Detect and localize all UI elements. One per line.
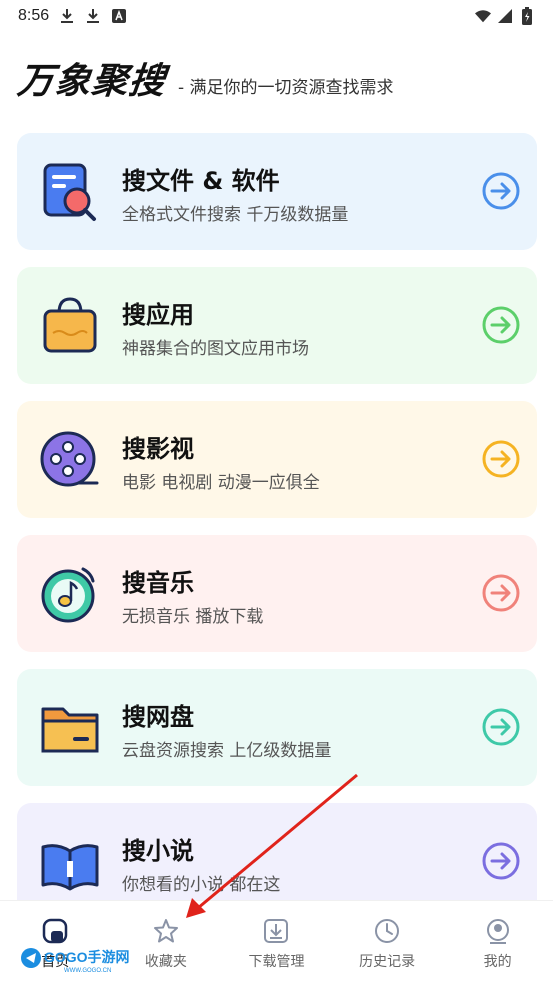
card-subtitle: 全格式文件搜索 千万级数据量: [122, 205, 349, 225]
download-icon: [85, 8, 101, 24]
card-subtitle: 无损音乐 播放下载: [122, 607, 264, 627]
card-search-music[interactable]: 搜音乐 无损音乐 播放下载: [17, 535, 537, 652]
arrow-right-circle-icon[interactable]: [481, 439, 521, 479]
film-reel-icon: [39, 429, 101, 491]
card-title: 搜小说: [122, 837, 194, 865]
card-search-video[interactable]: 搜影视 电影 电视剧 动漫一应俱全: [17, 401, 537, 518]
arrow-right-circle-icon[interactable]: [481, 171, 521, 211]
card-search-files[interactable]: 搜文件 & 软件 全格式文件搜索 千万级数据量: [17, 133, 537, 250]
card-title: 搜网盘: [122, 703, 194, 731]
folder-icon: [39, 697, 101, 759]
tagline: - 满足你的一切资源查找需求: [178, 78, 394, 98]
music-note-icon: [39, 563, 101, 625]
card-title: 搜应用: [122, 301, 194, 329]
watermark-logo: GOGO手游网 WWW.GOGO.CN: [20, 944, 132, 974]
nav-item-downloads[interactable]: 下载管理: [221, 901, 332, 984]
home-icon: [43, 918, 68, 944]
status-bar: 8:56: [0, 0, 553, 32]
card-subtitle: 电影 电视剧 动漫一应俱全: [122, 473, 320, 493]
watermark-text: GOGO手游网: [44, 949, 130, 965]
arrow-right-circle-icon[interactable]: [481, 573, 521, 613]
nav-item-history[interactable]: 历史记录: [332, 901, 443, 984]
arrow-right-circle-icon[interactable]: [481, 305, 521, 345]
brand-logo: 万象聚搜: [15, 61, 168, 102]
app-notification-icon: [111, 8, 127, 24]
status-time: 8:56: [18, 7, 50, 24]
arrow-right-circle-icon[interactable]: [481, 841, 521, 881]
card-title: 搜文件 & 软件: [122, 167, 280, 195]
card-subtitle: 神器集合的图文应用市场: [122, 339, 309, 359]
nav-label: 下载管理: [248, 954, 305, 970]
battery-icon: [519, 7, 535, 25]
book-icon: [39, 831, 101, 893]
card-search-cloud-drive[interactable]: 搜网盘 云盘资源搜索 上亿级数据量: [17, 669, 537, 786]
card-subtitle: 你想看的小说 都在这: [122, 875, 281, 895]
arrow-right-circle-icon[interactable]: [481, 707, 521, 747]
wifi-icon: [475, 8, 491, 24]
download-icon: [59, 8, 75, 24]
nav-label: 收藏夹: [144, 954, 187, 970]
card-title: 搜音乐: [122, 569, 194, 597]
star-icon: [153, 919, 178, 943]
nav-label: 历史记录: [359, 954, 416, 970]
download-manage-icon: [264, 919, 289, 943]
card-subtitle: 云盘资源搜索 上亿级数据量: [122, 741, 332, 761]
history-icon: [375, 919, 400, 943]
nav-label: 我的: [483, 954, 512, 970]
app-header: 万象聚搜 - 满足你的一切资源查找需求: [15, 52, 394, 102]
signal-icon: [497, 8, 513, 24]
profile-icon: [486, 919, 509, 944]
card-search-apps[interactable]: 搜应用 神器集合的图文应用市场: [17, 267, 537, 384]
shopping-bag-icon: [39, 295, 101, 357]
nav-item-profile[interactable]: 我的: [442, 901, 553, 984]
watermark-url: WWW.GOGO.CN: [64, 968, 111, 974]
file-search-icon: [39, 161, 101, 223]
card-title: 搜影视: [122, 435, 194, 463]
